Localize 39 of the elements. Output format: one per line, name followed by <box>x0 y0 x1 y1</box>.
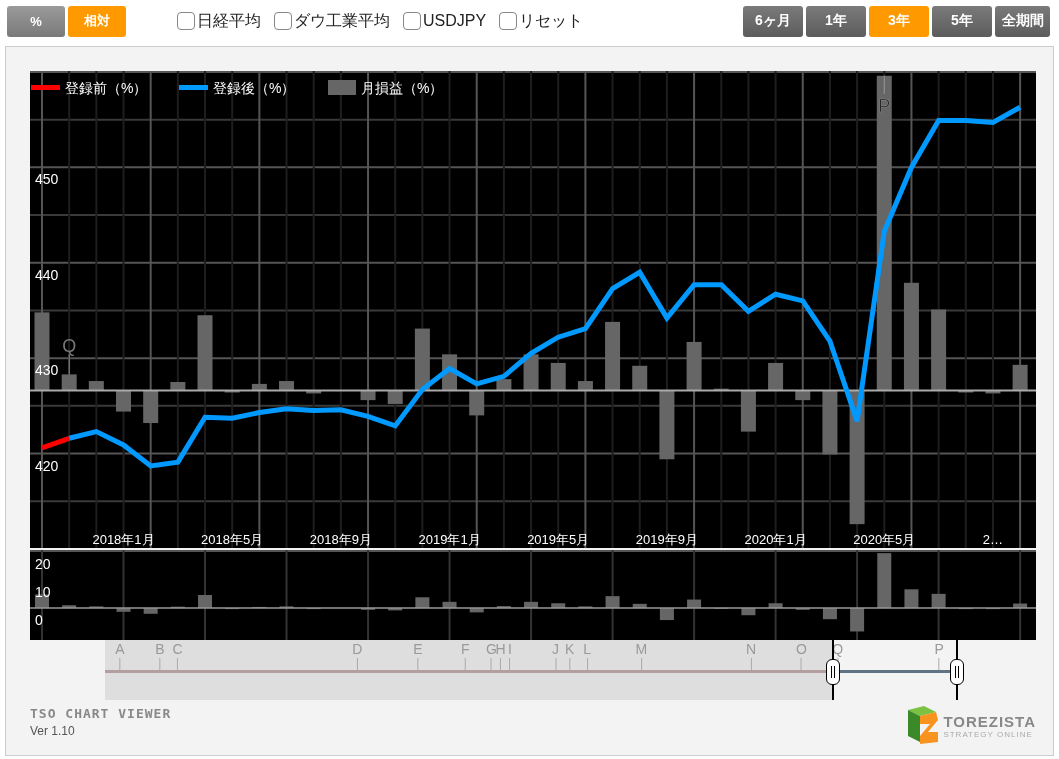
axis-label: 2019年9月 <box>635 532 698 547</box>
axis-label: 10 <box>35 583 51 600</box>
event-marker: N <box>746 642 757 670</box>
legend-label: 登録後（%） <box>213 80 296 96</box>
logo-name: TOREZISTA <box>943 713 1036 730</box>
event-marker: O <box>795 642 807 670</box>
event-marker: E <box>413 642 423 670</box>
event-marker: F <box>461 642 470 670</box>
axis-label: 420 <box>35 457 59 474</box>
axis-label: 2018年9月 <box>309 532 372 547</box>
logo-tagline: STRATEGY ONLINE <box>943 730 1034 739</box>
legend-label: 登録前（%） <box>65 80 148 96</box>
event-marker: J <box>552 642 560 670</box>
axis-label: 450 <box>35 171 59 188</box>
version-label: Ver 1.10 <box>30 724 76 738</box>
app-title: TSO CHART VIEWER <box>30 706 172 721</box>
axis-label: 2019年5月 <box>527 532 590 547</box>
event-marker: A <box>115 642 125 670</box>
event-marker: H <box>495 642 506 670</box>
axis-label: 20 <box>35 556 51 572</box>
event-marker: D <box>352 642 363 670</box>
legend-label: 月損益（%） <box>361 80 444 96</box>
axis-label: 2019年1月 <box>418 532 481 547</box>
event-marker: K <box>564 642 575 670</box>
event-marker: M <box>635 642 648 670</box>
axis-label: 2… <box>982 532 1004 547</box>
annotation: P <box>878 95 891 116</box>
annotation: Q <box>62 336 77 357</box>
event-marker: B <box>155 642 165 670</box>
axis-label: 2020年5月 <box>853 532 916 547</box>
event-marker: L <box>583 642 592 670</box>
axis-label: 440 <box>35 266 59 283</box>
event-marker: C <box>172 642 183 670</box>
event-marker: G <box>485 642 497 670</box>
axis-label: 2020年1月 <box>744 532 807 547</box>
event-marker: P <box>934 642 944 670</box>
axis-label: 2018年1月 <box>92 532 155 547</box>
axis-label: 2018年5月 <box>201 532 264 547</box>
axis-label: 0 <box>35 612 43 629</box>
